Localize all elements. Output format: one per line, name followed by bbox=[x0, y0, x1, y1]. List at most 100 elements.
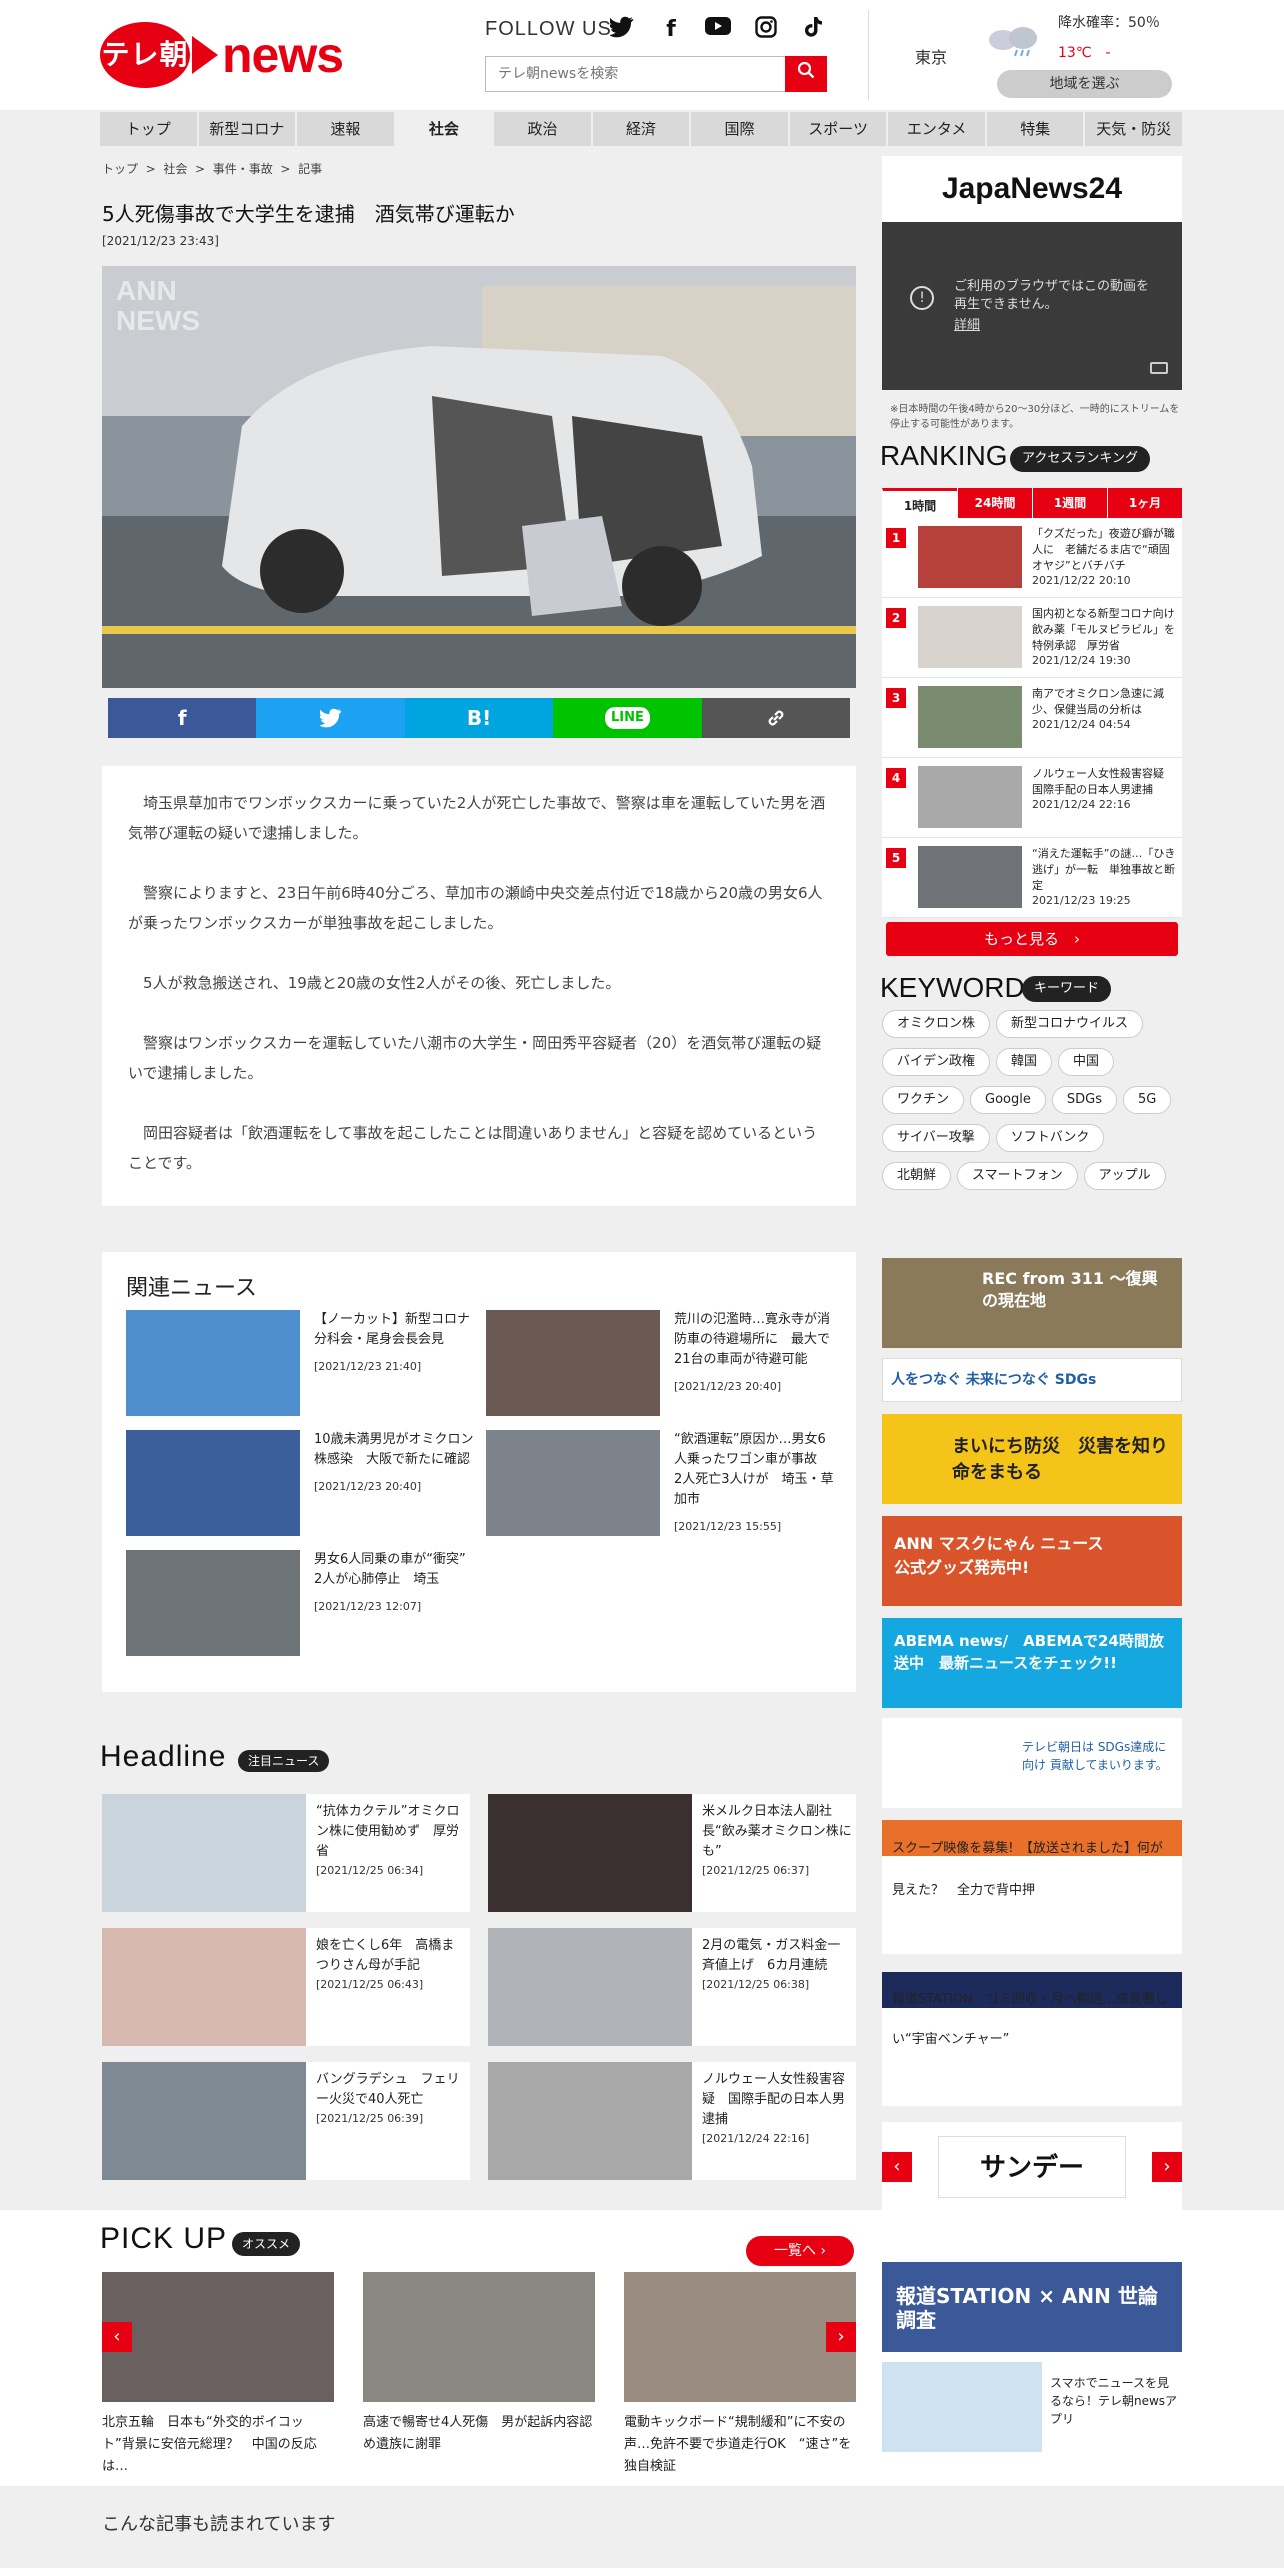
nav-economy[interactable]: 経済 bbox=[592, 112, 692, 146]
facebook-icon[interactable]: f bbox=[657, 16, 685, 44]
select-region-button[interactable]: 地域を選ぶ bbox=[997, 70, 1172, 98]
keyword-chip[interactable]: バイデン政権 bbox=[882, 1048, 991, 1076]
tab-1hour[interactable]: 1時間 bbox=[882, 488, 957, 518]
nav-features[interactable]: 特集 bbox=[986, 112, 1086, 146]
banner-next-arrow[interactable]: › bbox=[1152, 2152, 1182, 2182]
breadcrumb-society[interactable]: 社会 bbox=[163, 162, 187, 176]
rec-from-311-banner[interactable]: REC from 311 ～復興の現在地 bbox=[882, 1258, 1182, 1348]
keyword-chip[interactable]: 韓国 bbox=[996, 1048, 1053, 1076]
ann-news-watermark: ANN NEWS bbox=[116, 275, 200, 336]
app-banner[interactable]: スマホでニュースを見るなら！テレ朝newsアプリ bbox=[882, 2362, 1182, 2452]
search-button[interactable] bbox=[785, 56, 827, 92]
related-item-date: [2021/12/23 21:40] bbox=[314, 1360, 422, 1373]
temperature: 13℃ - bbox=[1058, 45, 1111, 61]
hatena-share-button[interactable]: B! bbox=[404, 698, 554, 738]
nav-sports[interactable]: スポーツ bbox=[789, 112, 889, 146]
headline-item[interactable]: 娘を亡くし6年 高橋まつりさん母が手記 [2021/12/25 06:43] bbox=[102, 1928, 470, 2046]
youtube-icon[interactable] bbox=[1150, 362, 1168, 374]
sdgs-banner[interactable]: 人をつなぐ 未来につなぐ SDGs bbox=[882, 1358, 1182, 1402]
breadcrumb-top[interactable]: トップ bbox=[102, 162, 138, 176]
banner-prev-arrow[interactable]: ‹ bbox=[882, 2152, 912, 2182]
related-item[interactable]: 10歳未満男児がオミクロン株感染 大阪で新たに確認 [2021/12/23 20… bbox=[126, 1430, 476, 1540]
keyword-chip[interactable]: サイバー攻撃 bbox=[882, 1124, 990, 1152]
keyword-chip[interactable]: アップル bbox=[1083, 1162, 1166, 1190]
masknyan-banner[interactable]: ANN マスクにゃん ニュース 公式グッズ発売中! bbox=[882, 1516, 1182, 1606]
ranking-item[interactable]: 5 “消えた運転手”の謎…「ひき逃げ」が一転 単独事故と断定 2021/12/2… bbox=[882, 838, 1182, 918]
keyword-chip[interactable]: ソフトバンク bbox=[995, 1124, 1105, 1152]
ranking-item-date: 2021/12/24 22:16 bbox=[1032, 798, 1131, 811]
keyword-chip[interactable]: 新型コロナウイルス bbox=[996, 1010, 1144, 1038]
pickup-item[interactable]: 高速で暢寄せ4人死傷 男が起訴内容認め遺族に謝罪 bbox=[363, 2272, 595, 2456]
houdou-station-banner[interactable]: 報道STATION ゴミ回収・月へ輸送…成長著しい“宇宙ベンチャー” bbox=[882, 1972, 1182, 2106]
ranking-item[interactable]: 3 南アでオミクロン急速に減少、保健当局の分析は 2021/12/24 04:5… bbox=[882, 678, 1182, 758]
sunday-live-banner[interactable]: サンデーLIVE!! ‹ › bbox=[882, 2122, 1182, 2212]
breadcrumb-incident[interactable]: 事件・事故 bbox=[213, 162, 273, 176]
nav-corona[interactable]: 新型コロナ bbox=[198, 112, 298, 146]
headline-item[interactable]: “抗体カクテル”オミクロン株に使用勧めず 厚労省 [2021/12/25 06:… bbox=[102, 1794, 470, 1912]
nav-weather[interactable]: 天気・防災 bbox=[1085, 112, 1185, 146]
twitter-icon[interactable] bbox=[608, 16, 636, 44]
twitter-share-button[interactable] bbox=[256, 698, 405, 738]
headline-item[interactable]: ノルウェー人女性殺害容疑 国際手配の日本人男逮捕 [2021/12/24 22:… bbox=[488, 2062, 856, 2180]
breadcrumb-separator: > bbox=[191, 162, 209, 176]
article-title: 5人死傷事故で大学生を逮捕 酒気帯び運転か bbox=[102, 202, 515, 226]
pickup-list-button[interactable]: 一覧へ › bbox=[746, 2236, 854, 2266]
pickup-item[interactable]: 北京五輪 日本も“外交的ボイコット”背景に安倍元総理？ 中国の反応は… bbox=[102, 2272, 334, 2478]
bousai-banner[interactable]: まいにち防災 災害を知り 命をまもる bbox=[882, 1414, 1182, 1504]
tab-1month[interactable]: 1ヶ月 bbox=[1107, 488, 1182, 518]
facebook-share-button[interactable]: f bbox=[108, 698, 257, 738]
related-thumbnail bbox=[126, 1430, 300, 1536]
ranking-item[interactable]: 2 国内初となる新型コロナ向け飲み薬「モルヌピラビル」を特例承認 厚労省 202… bbox=[882, 598, 1182, 678]
video-detail-link[interactable]: 詳細 bbox=[954, 314, 980, 333]
related-item-title: 荒川の氾濫時…寛永寺が消防車の待避場所に 最大で21台の車両が待避可能 bbox=[674, 1312, 831, 1367]
headline-item-title: 米メルク日本法人副社長“飲み薬オミクロン株にも” bbox=[702, 1804, 852, 1859]
keyword-chip[interactable]: オミクロン株 bbox=[882, 1010, 991, 1038]
headline-item[interactable]: バングラデシュ フェリー火災で40人死亡 [2021/12/25 06:39] bbox=[102, 2062, 470, 2180]
article-photo: ANN NEWS bbox=[102, 266, 856, 688]
keyword-chip[interactable]: スマートフォン bbox=[957, 1162, 1078, 1190]
nav-entertainment[interactable]: エンタメ bbox=[888, 112, 987, 146]
related-item[interactable]: 【ノーカット】新型コロナ分科会・尾身会長会見 [2021/12/23 21:40… bbox=[126, 1310, 476, 1420]
pickup-prev-arrow[interactable]: ‹ bbox=[102, 2322, 132, 2352]
ranking-item[interactable]: 1 「クズだった」夜遊び癖が職人に 老舗だるま店で“頑固オヤジ”とバチバチ 20… bbox=[882, 518, 1182, 598]
keyword-chip[interactable]: 中国 bbox=[1058, 1048, 1115, 1076]
youtube-icon[interactable] bbox=[704, 16, 732, 44]
headline-item[interactable]: 2月の電気・ガス料金一斉値上げ 6カ月連続 [2021/12/25 06:38] bbox=[488, 1928, 856, 2046]
headline-item-date: [2021/12/25 06:37] bbox=[702, 1864, 810, 1877]
ranking-item[interactable]: 4 ノルウェー人女性殺害容疑 国際手配の日本人男逮捕 2021/12/24 22… bbox=[882, 758, 1182, 838]
nav-top[interactable]: トップ bbox=[100, 112, 199, 146]
video-player[interactable]: ! ご利用のブラウザではこの動画を再生できません。 詳細 bbox=[882, 222, 1182, 390]
tab-1week[interactable]: 1週間 bbox=[1032, 488, 1107, 518]
abema-banner[interactable]: ABEMA news/ ABEMAで24時間放送中 最新ニュースをチェック!! bbox=[882, 1618, 1182, 1708]
keyword-chip[interactable]: Google bbox=[970, 1086, 1046, 1114]
scoop-banner[interactable]: スクープ映像を募集! 【放送されました】何が見えた？ 全力で背中押 bbox=[882, 1820, 1182, 1954]
related-item[interactable]: “飲酒運転”原因か…男女6人乗ったワゴン車が事故 2人死亡3人けが 埼玉・草加市… bbox=[486, 1430, 836, 1540]
nav-society[interactable]: 社会 bbox=[395, 112, 495, 146]
sdgs-commitment-banner[interactable]: テレビ朝日は SDGs達成に向け 貢献してまいります。 bbox=[882, 1718, 1182, 1808]
instagram-icon[interactable] bbox=[752, 16, 780, 44]
related-item[interactable]: 男女6人同乗の車が“衝突” 2人が心肺停止 埼玉 [2021/12/23 12:… bbox=[126, 1550, 479, 1660]
poll-banner[interactable]: 報道STATION × ANN 世論調査 bbox=[882, 2262, 1182, 2352]
line-share-button[interactable]: LINE bbox=[553, 698, 702, 738]
search-input[interactable] bbox=[486, 57, 782, 91]
ranking-more-button[interactable]: もっと見る › bbox=[886, 922, 1178, 956]
headline-thumbnail bbox=[488, 1794, 692, 1912]
related-item[interactable]: 荒川の氾濫時…寛永寺が消防車の待避場所に 最大で21台の車両が待避可能 [202… bbox=[486, 1310, 836, 1420]
tab-24hours[interactable]: 24時間 bbox=[957, 488, 1032, 518]
header-divider bbox=[868, 10, 869, 100]
keyword-chip[interactable]: 北朝鮮 bbox=[882, 1162, 952, 1190]
pickup-item[interactable]: 電動キックボード“規制緩和”に不安の声…免許不要で歩道走行OK “速さ”を独自検… bbox=[624, 2272, 856, 2478]
nav-international[interactable]: 国際 bbox=[691, 112, 790, 146]
headline-item[interactable]: 米メルク日本法人副社長“飲み薬オミクロン株にも” [2021/12/25 06:… bbox=[488, 1794, 856, 1912]
headline-thumbnail bbox=[102, 1794, 306, 1912]
copy-link-button[interactable] bbox=[701, 698, 851, 738]
keyword-chip[interactable]: SDGs bbox=[1051, 1086, 1117, 1114]
pickup-next-arrow[interactable]: › bbox=[826, 2322, 856, 2352]
weather-city: 東京 bbox=[915, 48, 948, 67]
tiktok-icon[interactable] bbox=[799, 16, 827, 44]
nav-breaking[interactable]: 速報 bbox=[297, 112, 396, 146]
site-logo[interactable]: テレ朝 news bbox=[100, 20, 344, 92]
nav-politics[interactable]: 政治 bbox=[494, 112, 593, 146]
keyword-chip[interactable]: 5G bbox=[1122, 1086, 1172, 1114]
keyword-chip[interactable]: ワクチン bbox=[882, 1086, 965, 1114]
